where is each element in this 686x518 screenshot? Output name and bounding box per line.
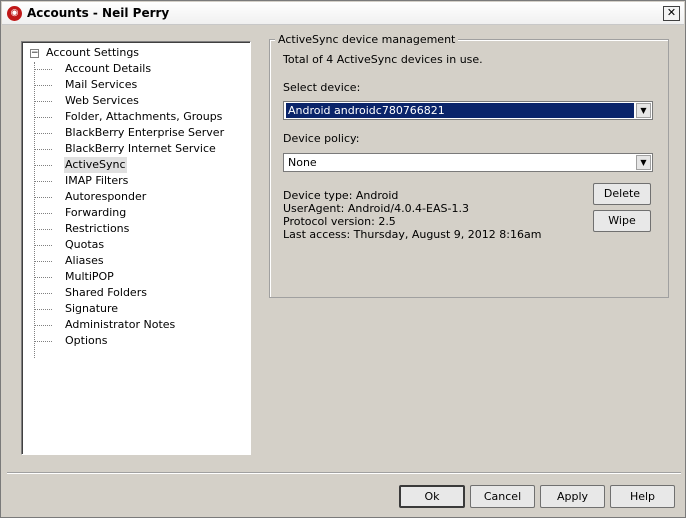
tree-item-label: Mail Services: [65, 78, 138, 91]
group-title: ActiveSync device management: [275, 33, 459, 46]
dropdown-arrow-icon[interactable]: ▼: [636, 155, 651, 170]
device-policy-label: Device policy:: [283, 132, 360, 145]
tree-root-label: Account Settings: [46, 46, 140, 59]
select-device-dropdown[interactable]: Android androidc780766821 ▼: [283, 101, 653, 120]
user-agent-text: UserAgent: Android/4.0.4-EAS-1.3: [283, 202, 469, 215]
device-type-text: Device type: Android: [283, 189, 399, 202]
device-policy-value: None: [288, 156, 317, 169]
total-devices-text: Total of 4 ActiveSync devices in use.: [283, 53, 483, 66]
tree-item-label: Administrator Notes: [65, 318, 176, 331]
tree-item-label: Folder, Attachments, Groups: [65, 110, 223, 123]
dropdown-arrow-icon[interactable]: ▼: [636, 103, 651, 118]
tree-item-label: Account Details: [65, 62, 152, 75]
ok-button[interactable]: Ok: [399, 485, 465, 508]
tree-item-label: BlackBerry Internet Service: [65, 142, 216, 155]
tree-item-label: Quotas: [65, 238, 105, 251]
tree-item-label: ActiveSync: [64, 157, 127, 173]
device-policy-dropdown[interactable]: None ▼: [283, 153, 653, 172]
protocol-version-text: Protocol version: 2.5: [283, 215, 396, 228]
tree-item-label: Options: [65, 334, 108, 347]
tree-item-label: Autoresponder: [65, 190, 147, 203]
settings-tree[interactable]: − Account Settings Account Details Mail …: [21, 41, 251, 455]
tree-item-label: MultiPOP: [65, 270, 114, 283]
delete-button[interactable]: Delete: [593, 183, 651, 205]
tree-item-label: Signature: [65, 302, 119, 315]
tree-item-label: IMAP Filters: [65, 174, 129, 187]
tree-item-label: Restrictions: [65, 222, 130, 235]
select-device-label: Select device:: [283, 81, 361, 94]
tree-item-label: Web Services: [65, 94, 139, 107]
title-bar: ◉ Accounts - Neil Perry ✕: [2, 2, 684, 25]
last-access-text: Last access: Thursday, August 9, 2012 8:…: [283, 228, 542, 241]
tree-item-label: Shared Folders: [65, 286, 147, 299]
tree-item-label: Aliases: [65, 254, 104, 267]
window-title: Accounts - Neil Perry: [27, 6, 170, 20]
footer-divider: [7, 472, 681, 474]
collapse-icon[interactable]: −: [30, 49, 39, 58]
tree-connector-line: [34, 62, 35, 358]
tree-item-label: BlackBerry Enterprise Server: [65, 126, 225, 139]
tree-item-label: Forwarding: [65, 206, 127, 219]
help-button[interactable]: Help: [610, 485, 675, 508]
accounts-dialog: ◉ Accounts - Neil Perry ✕ − Account Sett…: [0, 0, 686, 518]
app-logo-icon: ◉: [7, 6, 22, 21]
cancel-button[interactable]: Cancel: [470, 485, 535, 508]
close-button[interactable]: ✕: [663, 6, 680, 21]
wipe-button[interactable]: Wipe: [593, 210, 651, 232]
select-device-value: Android androidc780766821: [286, 103, 634, 118]
apply-button[interactable]: Apply: [540, 485, 605, 508]
